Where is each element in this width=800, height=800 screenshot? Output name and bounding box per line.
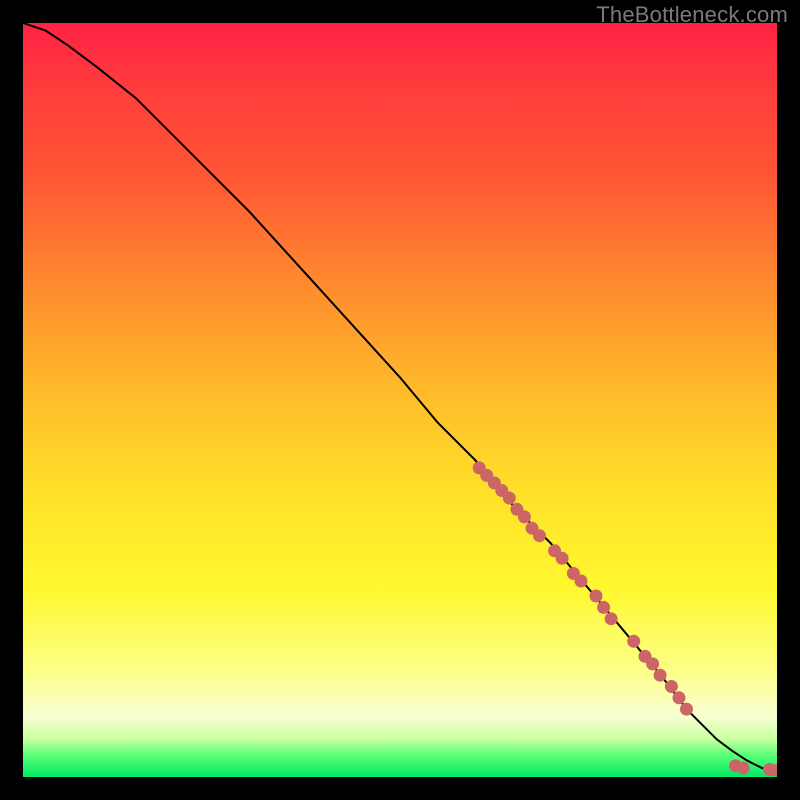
watermark-text: TheBottleneck.com — [596, 2, 788, 28]
data-point — [627, 635, 640, 648]
data-point — [518, 510, 531, 523]
data-point — [654, 669, 667, 682]
data-point — [556, 552, 569, 565]
chart-overlay — [23, 23, 777, 777]
data-point — [680, 703, 693, 716]
data-point — [737, 762, 750, 775]
data-point — [597, 601, 610, 614]
scatter-group — [473, 461, 777, 776]
data-point — [590, 590, 603, 603]
bottleneck-curve — [23, 23, 777, 771]
chart-frame: TheBottleneck.com — [0, 0, 800, 800]
data-point — [673, 691, 686, 704]
data-point — [646, 657, 659, 670]
data-point — [605, 612, 618, 625]
data-point — [575, 575, 588, 588]
data-point — [665, 680, 678, 693]
data-point — [533, 529, 546, 542]
data-point — [503, 492, 516, 505]
